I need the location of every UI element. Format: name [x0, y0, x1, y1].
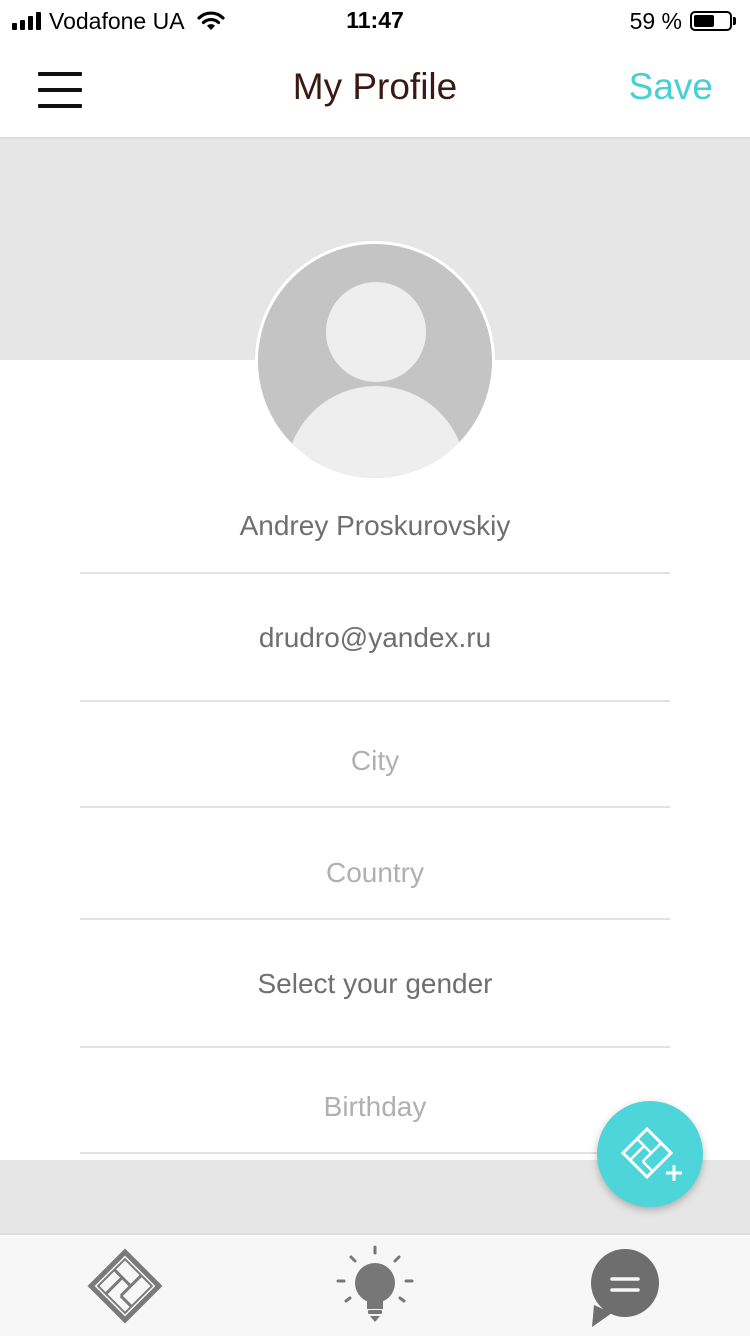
chat-bubble-icon	[591, 1249, 659, 1327]
tab-bar	[0, 1233, 750, 1336]
avatar-head	[326, 282, 426, 382]
save-button[interactable]: Save	[629, 66, 713, 108]
avatar-body	[286, 386, 466, 478]
divider	[80, 1046, 670, 1048]
tab-chat[interactable]	[580, 1243, 670, 1329]
battery-tip	[733, 17, 736, 25]
divider	[80, 700, 670, 702]
navigation-bar: My Profile Save	[0, 40, 750, 139]
floor-plan-icon	[87, 1248, 163, 1324]
divider	[80, 572, 670, 574]
country-field[interactable]: Country	[80, 857, 670, 889]
tab-ideas[interactable]	[330, 1243, 420, 1329]
default-avatar-icon[interactable]	[255, 241, 495, 481]
birthday-field[interactable]: Birthday	[80, 1091, 670, 1123]
divider	[80, 918, 670, 920]
lightbulb-icon	[336, 1245, 414, 1322]
battery-percent: 59 %	[629, 7, 682, 34]
gender-select[interactable]: Select your gender	[80, 968, 670, 1000]
divider	[80, 806, 670, 808]
add-floor-plan-icon	[620, 1126, 682, 1181]
email-field[interactable]: drudro@yandex.ru	[80, 622, 670, 654]
status-right: 59 %	[630, 6, 736, 36]
status-bar: Vodafone UA 11:47 59 %	[0, 0, 750, 40]
name-field[interactable]: Andrey Proskurovskiy	[80, 510, 670, 542]
battery-icon	[690, 11, 732, 31]
divider	[80, 1152, 670, 1154]
tab-floor-plans[interactable]	[80, 1243, 170, 1329]
city-field[interactable]: City	[80, 745, 670, 777]
add-floor-plan-button[interactable]	[597, 1101, 703, 1207]
battery-fill	[694, 15, 714, 27]
